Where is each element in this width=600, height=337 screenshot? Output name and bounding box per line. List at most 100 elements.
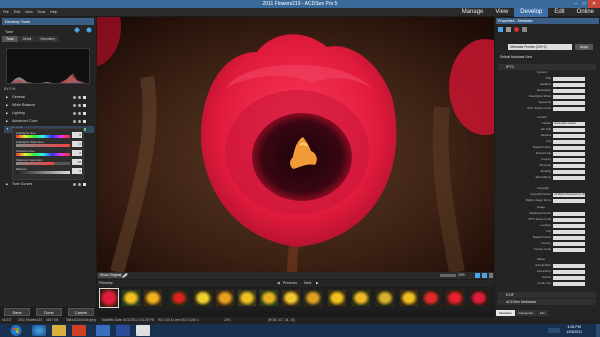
- mode-online[interactable]: Online: [571, 8, 600, 17]
- slider-track[interactable]: [16, 162, 70, 165]
- field-value[interactable]: [553, 198, 585, 203]
- thumbnail[interactable]: [237, 289, 257, 307]
- field-value[interactable]: [553, 133, 585, 138]
- field-value[interactable]: [553, 247, 585, 252]
- thumbnail[interactable]: [303, 289, 323, 307]
- tab-detail[interactable]: Detail: [18, 36, 36, 42]
- menu-view[interactable]: View: [25, 8, 33, 16]
- field-value[interactable]: [553, 169, 585, 174]
- fit-icon[interactable]: [475, 273, 480, 278]
- row-controls[interactable]: [73, 120, 91, 123]
- pen-icon[interactable]: [122, 273, 128, 278]
- thumbnail[interactable]: [215, 289, 235, 307]
- metadata-preset-select[interactable]: Metadata Presets (Ctrl+0): [508, 44, 572, 50]
- highlights-hue-slider[interactable]: Highlights Hue 0: [16, 131, 82, 139]
- previous-button[interactable]: Previous: [283, 280, 297, 287]
- zoom-readout[interactable]: 23%: [458, 273, 465, 278]
- row-controls[interactable]: [73, 112, 91, 115]
- slider-value[interactable]: 0: [72, 150, 82, 156]
- thumbnail[interactable]: [143, 289, 163, 307]
- media-taskbar-icon[interactable]: [72, 325, 86, 336]
- shadows-saturation-slider[interactable]: Shadows Saturation 70: [16, 158, 82, 166]
- field-value[interactable]: [553, 223, 585, 228]
- previous-icon[interactable]: ◀: [277, 280, 280, 287]
- next-icon[interactable]: ▶: [316, 280, 319, 287]
- fullscreen-icon[interactable]: [489, 273, 493, 278]
- rating-icon[interactable]: [514, 27, 519, 32]
- field-value[interactable]: All Rights Reserved (C) 2011: [553, 192, 585, 197]
- shadows-hue-slider[interactable]: Shadows Hue 0: [16, 149, 82, 157]
- field-value[interactable]: [553, 241, 585, 246]
- row-controls[interactable]: [73, 104, 91, 107]
- menu-edit[interactable]: Edit: [14, 8, 20, 16]
- thumbnail[interactable]: [469, 289, 489, 307]
- field-value[interactable]: [553, 76, 585, 81]
- save-button[interactable]: Save: [4, 308, 30, 316]
- field-value[interactable]: [553, 269, 585, 274]
- close-icon[interactable]: ✕: [588, 0, 600, 8]
- next-button[interactable]: Next: [304, 280, 311, 287]
- thumbnail[interactable]: [259, 289, 279, 307]
- thumbnail[interactable]: [121, 289, 141, 307]
- actual-size-icon[interactable]: [482, 273, 487, 278]
- menu-tools[interactable]: Tools: [37, 8, 45, 16]
- field-value[interactable]: [553, 88, 585, 93]
- cancel-button[interactable]: Cancel: [68, 308, 94, 316]
- apply-button[interactable]: Apply: [575, 44, 593, 50]
- tab-file[interactable]: File: [537, 310, 548, 316]
- field-value[interactable]: [553, 263, 585, 268]
- field-value[interactable]: [553, 235, 585, 240]
- tool-icon[interactable]: [506, 27, 511, 32]
- field-value[interactable]: [553, 175, 585, 180]
- show-original-button[interactable]: Show Original: [98, 273, 124, 278]
- row-controls[interactable]: [73, 96, 91, 99]
- field-value[interactable]: [553, 100, 585, 105]
- highlights-saturation-slider[interactable]: Highlights Saturation 0: [16, 140, 82, 148]
- thumbnail[interactable]: [399, 289, 419, 307]
- thumbnail[interactable]: [375, 289, 395, 307]
- field-value[interactable]: [553, 157, 585, 162]
- balance-slider[interactable]: Balance 0: [16, 167, 82, 175]
- field-value[interactable]: [553, 217, 585, 222]
- filmstrip[interactable]: [97, 287, 494, 311]
- thumbnail[interactable]: [327, 289, 347, 307]
- field-value[interactable]: Jamie Allen Larson: [553, 121, 585, 126]
- app-taskbar-icon[interactable]: [136, 325, 150, 336]
- field-value[interactable]: [553, 82, 585, 87]
- zoom-slider[interactable]: [440, 274, 456, 277]
- thumbnail[interactable]: [281, 289, 301, 307]
- group-exif[interactable]: EXIF: [498, 292, 596, 298]
- tab-metadata[interactable]: Metadata: [496, 310, 515, 316]
- field-value[interactable]: [553, 275, 585, 280]
- slider-track[interactable]: [16, 135, 70, 138]
- show-desktop-button[interactable]: [596, 324, 600, 337]
- thumbnail[interactable]: [421, 289, 441, 307]
- field-value[interactable]: [553, 139, 585, 144]
- field-value[interactable]: [553, 163, 585, 168]
- tray-icons[interactable]: [548, 328, 560, 333]
- tab-categories[interactable]: Categories: [515, 310, 537, 316]
- done-button[interactable]: Done: [36, 308, 62, 316]
- browser-taskbar-icon[interactable]: [32, 325, 46, 336]
- slider-value[interactable]: 0: [72, 141, 82, 147]
- acdsee-taskbar-icon[interactable]: [96, 325, 110, 336]
- field-value[interactable]: [553, 281, 585, 286]
- slider-value[interactable]: 70: [72, 159, 82, 165]
- tool-icon[interactable]: [522, 27, 527, 32]
- row-advanced-color[interactable]: ▶ Advanced Color: [4, 118, 94, 125]
- folder-taskbar-icon[interactable]: [52, 325, 66, 336]
- thumbnail[interactable]: [445, 289, 465, 307]
- thumbnail[interactable]: [99, 288, 119, 308]
- mode-manage[interactable]: Manage: [456, 8, 490, 17]
- field-value[interactable]: [553, 94, 585, 99]
- field-value[interactable]: [553, 211, 585, 216]
- thumbnail[interactable]: [193, 289, 213, 307]
- field-value[interactable]: [553, 229, 585, 234]
- minimize-icon[interactable]: –: [572, 0, 580, 8]
- tool-icon[interactable]: [498, 27, 503, 32]
- field-value[interactable]: [553, 106, 585, 111]
- menu-help[interactable]: Help: [50, 8, 57, 16]
- menu-file[interactable]: File: [3, 8, 9, 16]
- row-controls[interactable]: [73, 183, 91, 186]
- tab-geometry[interactable]: Geometry: [36, 36, 60, 42]
